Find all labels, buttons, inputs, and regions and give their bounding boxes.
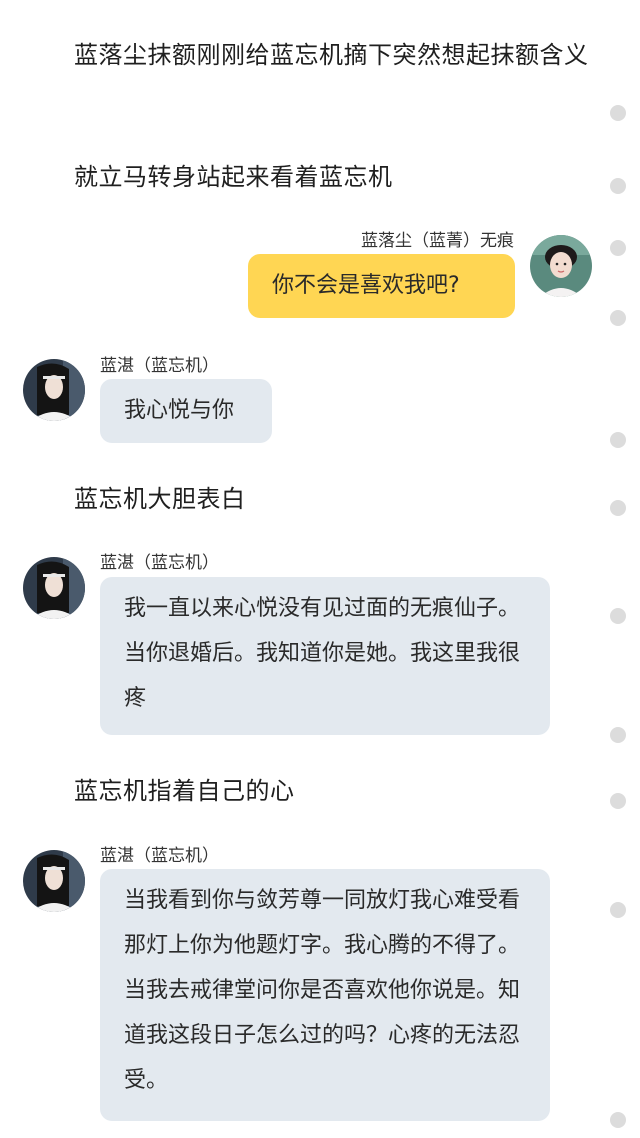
dot-marker-icon: [610, 1112, 626, 1128]
narration-text: 就立马转身站起来看着蓝忘机: [74, 163, 393, 191]
dot-marker-icon: [610, 105, 626, 121]
message-bubble[interactable]: 当我看到你与敛芳尊一同放灯我心难受看那灯上你为他题灯字。我心腾的不得了。当我去戒…: [100, 869, 550, 1121]
male-character-avatar-icon[interactable]: [23, 557, 85, 619]
dot-marker-icon: [610, 178, 626, 194]
message-bubble[interactable]: 我心悦与你: [100, 379, 272, 443]
dot-marker-icon: [610, 500, 626, 516]
dot-marker-icon: [610, 432, 626, 448]
dot-marker-icon: [610, 310, 626, 326]
female-character-avatar-icon[interactable]: [530, 235, 592, 297]
dot-marker-icon: [610, 727, 626, 743]
narration-text: 蓝忘机指着自己的心: [74, 777, 295, 805]
dot-marker-icon: [610, 793, 626, 809]
dot-marker-icon: [610, 240, 626, 256]
dot-marker-icon: [610, 608, 626, 624]
narration-text: 蓝忘机大胆表白: [74, 485, 246, 513]
sender-name: 蓝湛（蓝忘机）: [100, 846, 219, 866]
male-character-avatar-icon[interactable]: [23, 850, 85, 912]
message-bubble[interactable]: 我一直以来心悦没有见过面的无痕仙子。当你退婚后。我知道你是她。我这里我很疼: [100, 577, 550, 735]
sender-name: 蓝湛（蓝忘机）: [100, 356, 219, 376]
male-character-avatar-icon[interactable]: [23, 359, 85, 421]
sender-name: 蓝湛（蓝忘机）: [100, 553, 219, 573]
message-bubble[interactable]: 你不会是喜欢我吧?: [248, 254, 515, 318]
narration-text: 蓝落尘抹额刚刚给蓝忘机摘下突然想起抹额含义: [74, 41, 589, 69]
dot-marker-icon: [610, 902, 626, 918]
sender-name: 蓝落尘（蓝菁）无痕: [361, 231, 514, 251]
